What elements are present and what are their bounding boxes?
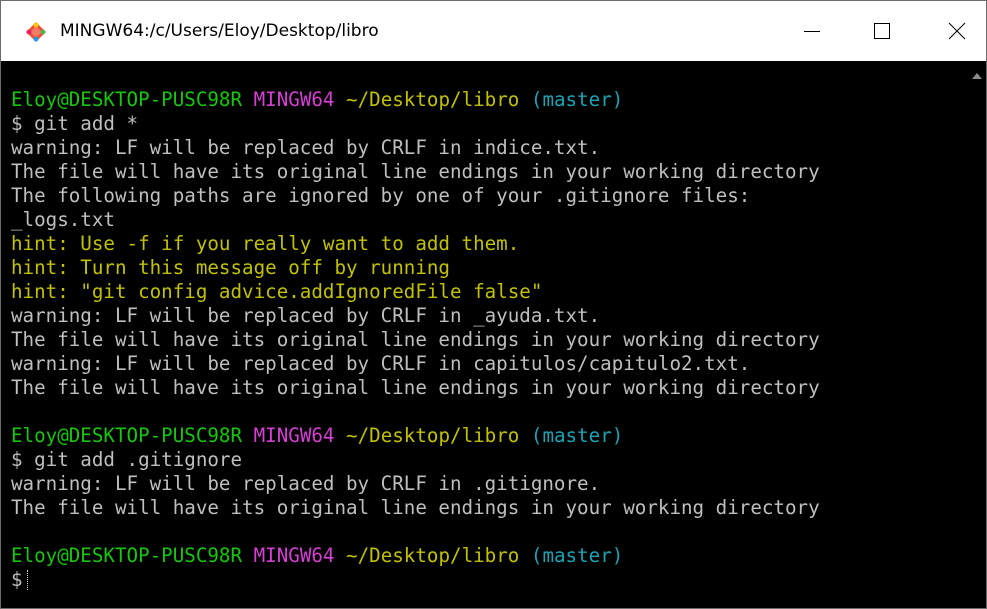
output-line: $ git add .gitignore xyxy=(11,448,820,472)
prompt-line: Eloy@DESKTOP-PUSC98R MINGW64 ~/Desktop/l… xyxy=(11,88,820,112)
output-line: warning: LF will be replaced by CRLF in … xyxy=(11,304,820,328)
prompt-branch: (master) xyxy=(530,544,624,567)
output-line: $ git add * xyxy=(11,112,820,136)
prompt-env: MINGW64 xyxy=(253,88,335,111)
hint-text: hint: Turn this message off by running xyxy=(11,256,450,279)
scroll-up-arrow-icon[interactable] xyxy=(972,73,982,79)
output-text: The following paths are ignored by one o… xyxy=(11,184,751,207)
maximize-icon xyxy=(874,23,890,39)
terminal-lines: Eloy@DESKTOP-PUSC98R MINGW64 ~/Desktop/l… xyxy=(11,88,820,592)
terminal-window: MINGW64:/c/Users/Eloy/Desktop/libro Eloy… xyxy=(0,0,987,609)
prompt-path: ~/Desktop/libro xyxy=(346,544,520,567)
prompt-env: MINGW64 xyxy=(253,424,335,447)
prompt-path: ~/Desktop/libro xyxy=(346,88,520,111)
output-text: warning: LF will be replaced by CRLF in … xyxy=(11,136,601,159)
output-text: warning: LF will be replaced by CRLF in … xyxy=(11,472,601,495)
close-icon xyxy=(948,22,966,40)
prompt-branch: (master) xyxy=(530,88,624,111)
hint-line: hint: "git config advice.addIgnoredFile … xyxy=(11,280,820,304)
output-line: The file will have its original line end… xyxy=(11,496,820,520)
output-line: warning: LF will be replaced by CRLF in … xyxy=(11,136,820,160)
output-line: The file will have its original line end… xyxy=(11,160,820,184)
hint-text: hint: "git config advice.addIgnoredFile … xyxy=(11,280,543,303)
window-title: MINGW64:/c/Users/Eloy/Desktop/libro xyxy=(60,21,379,41)
minimize-icon xyxy=(804,31,820,32)
prompt-branch: (master) xyxy=(530,424,624,447)
output-text: The file will have its original line end… xyxy=(11,328,820,351)
output-line: The following paths are ignored by one o… xyxy=(11,184,820,208)
minimize-button[interactable] xyxy=(781,1,843,61)
hint-text: hint: Use -f if you really want to add t… xyxy=(11,232,520,255)
output-text: warning: LF will be replaced by CRLF in … xyxy=(11,304,601,327)
output-text: warning: LF will be replaced by CRLF in … xyxy=(11,352,751,375)
terminal-output[interactable]: Eloy@DESKTOP-PUSC98R MINGW64 ~/Desktop/l… xyxy=(1,61,967,608)
title-bar[interactable]: MINGW64:/c/Users/Eloy/Desktop/libro xyxy=(1,1,986,61)
text-cursor xyxy=(26,570,30,590)
output-text: _logs.txt xyxy=(11,208,115,231)
prompt-line: Eloy@DESKTOP-PUSC98R MINGW64 ~/Desktop/l… xyxy=(11,544,820,568)
output-text: The file will have its original line end… xyxy=(11,376,820,399)
prompt-env: MINGW64 xyxy=(253,544,335,567)
close-button[interactable] xyxy=(926,1,986,61)
output-line: _logs.txt xyxy=(11,208,820,232)
output-text: $ git add .gitignore xyxy=(11,448,243,471)
hint-line: hint: Turn this message off by running xyxy=(11,256,820,280)
prompt-line: Eloy@DESKTOP-PUSC98R MINGW64 ~/Desktop/l… xyxy=(11,424,820,448)
git-icon xyxy=(25,21,47,43)
output-text: $ git add * xyxy=(11,112,139,135)
output-line: warning: LF will be replaced by CRLF in … xyxy=(11,352,820,376)
output-line: The file will have its original line end… xyxy=(11,328,820,352)
prompt-user-host: Eloy@DESKTOP-PUSC98R xyxy=(11,424,243,447)
output-line: The file will have its original line end… xyxy=(11,376,820,400)
input-line[interactable]: $ xyxy=(11,568,820,592)
prompt-path: ~/Desktop/libro xyxy=(346,424,520,447)
hint-line: hint: Use -f if you really want to add t… xyxy=(11,232,820,256)
maximize-button[interactable] xyxy=(851,1,913,61)
prompt-user-host: Eloy@DESKTOP-PUSC98R xyxy=(11,544,243,567)
output-text: The file will have its original line end… xyxy=(11,496,820,519)
scrollbar[interactable] xyxy=(967,61,986,608)
prompt-symbol: $ xyxy=(11,568,23,591)
output-line: warning: LF will be replaced by CRLF in … xyxy=(11,472,820,496)
output-text: The file will have its original line end… xyxy=(11,160,820,183)
prompt-user-host: Eloy@DESKTOP-PUSC98R xyxy=(11,88,243,111)
